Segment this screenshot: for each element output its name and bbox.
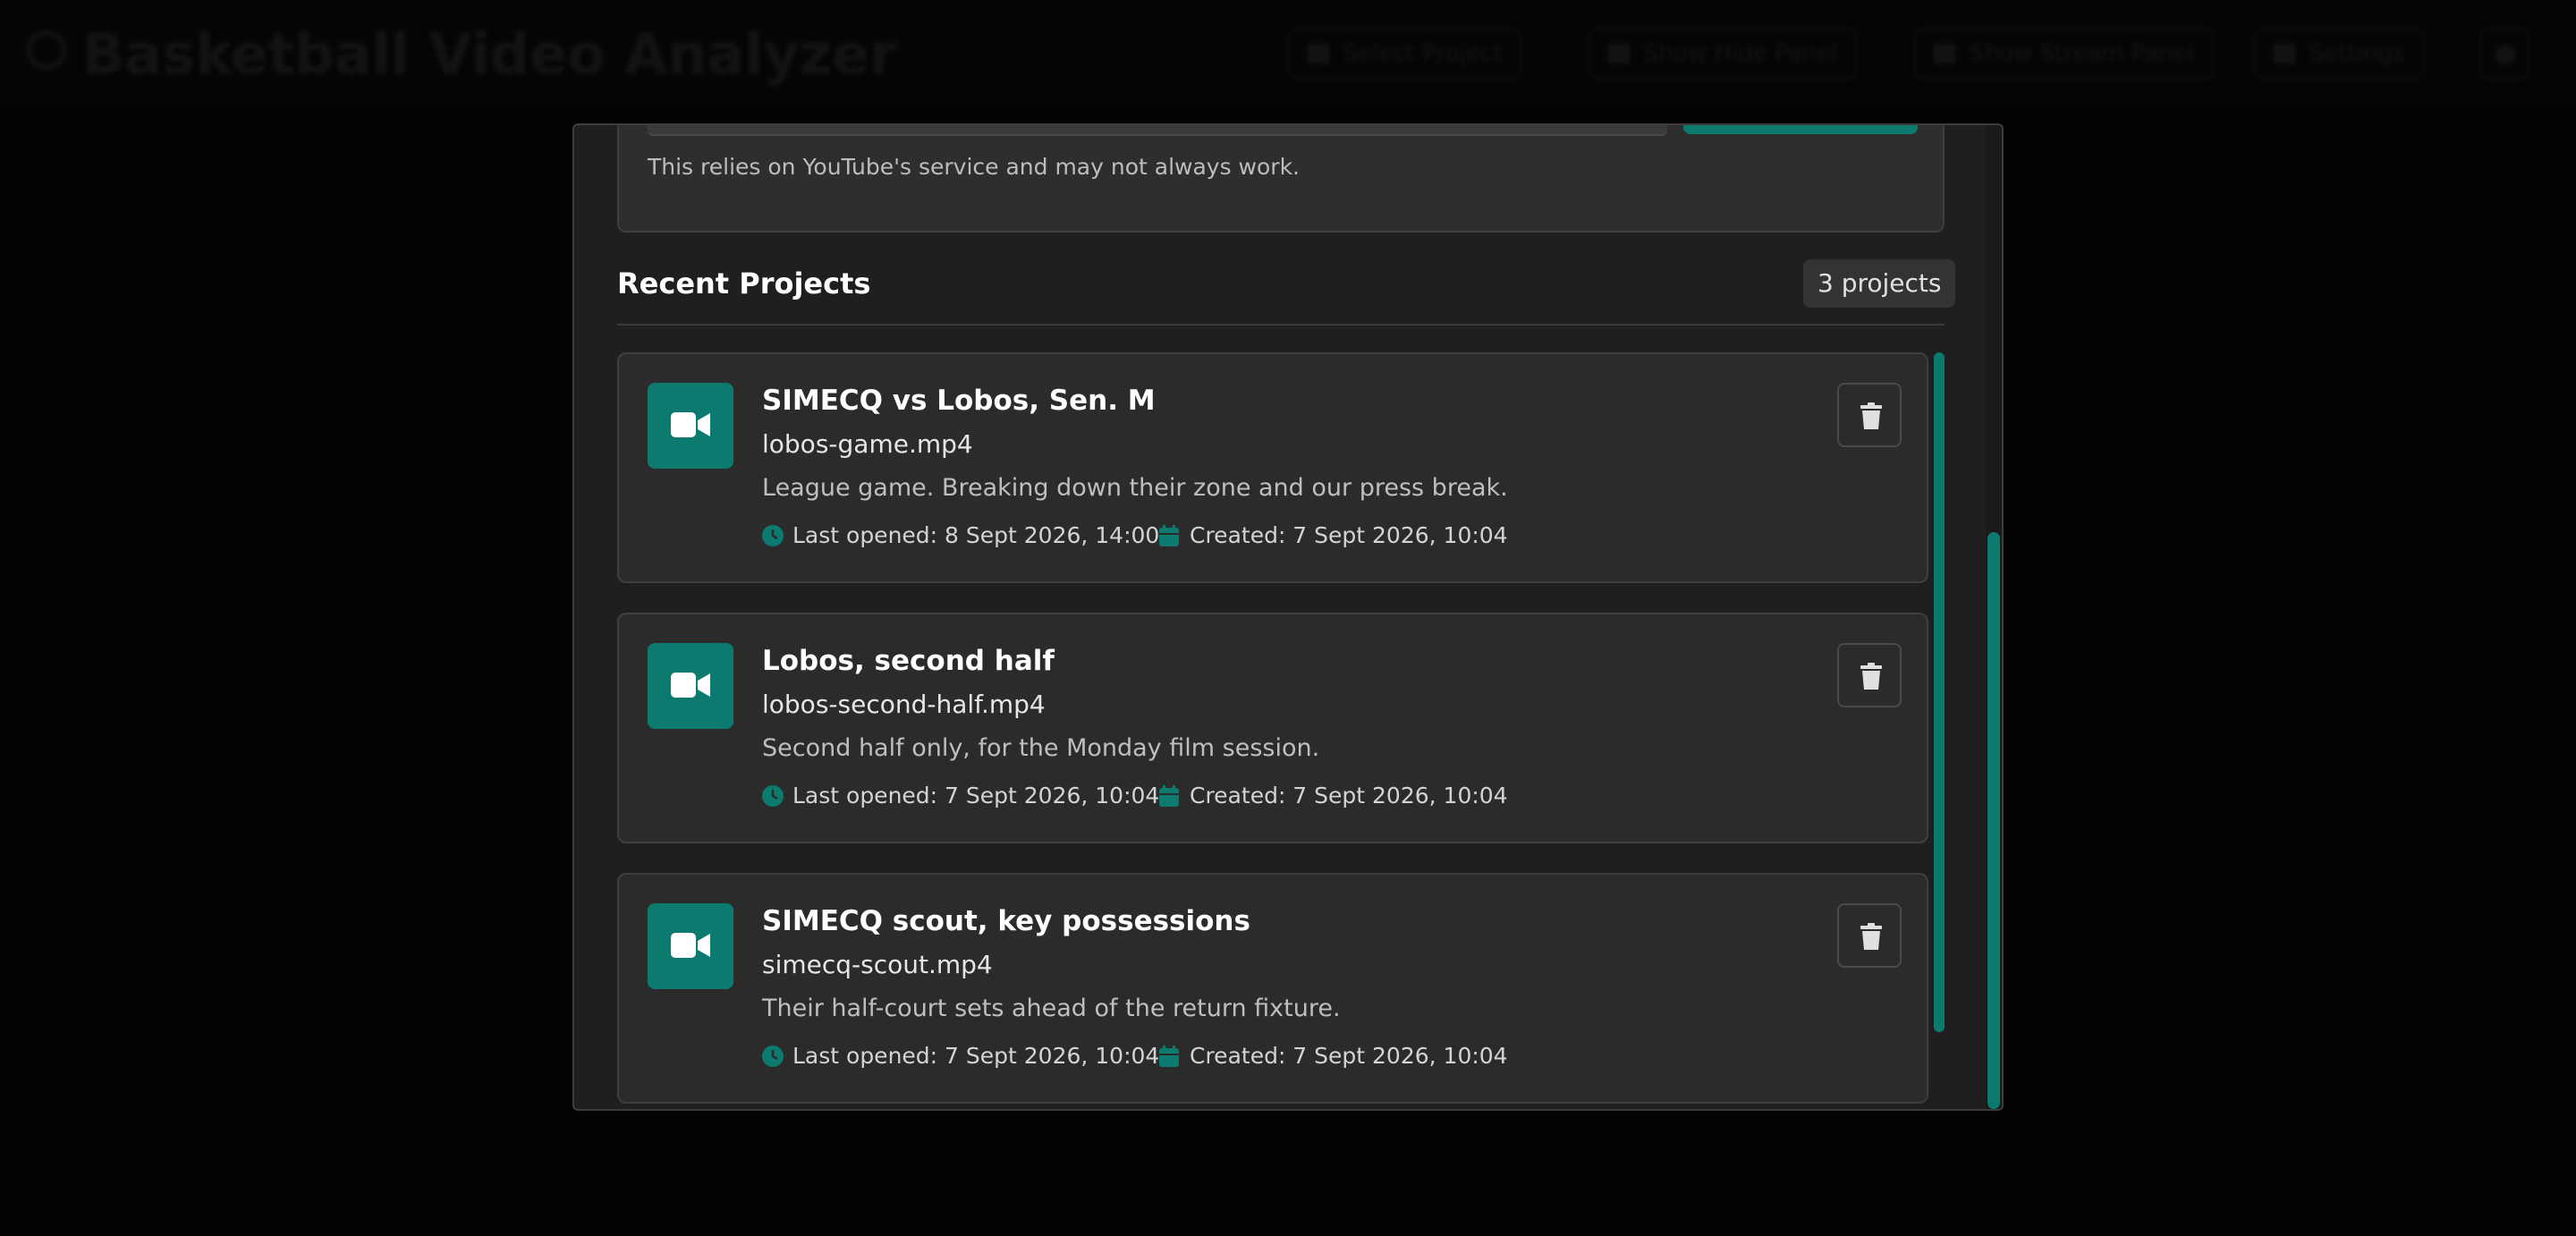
created-text: Created: 7 Sept 2026, 10:04 <box>1190 1043 1508 1069</box>
project-card[interactable]: Lobos, second half lobos-second-half.mp4… <box>617 613 1928 843</box>
created-text: Created: 7 Sept 2026, 10:04 <box>1190 522 1508 548</box>
project-filename: lobos-second-half.mp4 <box>762 690 1046 719</box>
calendar-icon <box>1159 785 1179 807</box>
calendar-icon <box>1159 1046 1179 1067</box>
video-camera-icon <box>648 383 733 469</box>
clock-icon <box>762 785 784 807</box>
project-description: Second half only, for the Monday film se… <box>762 734 1320 762</box>
modal-scrollbar[interactable] <box>1987 532 2000 1109</box>
created: Created: 7 Sept 2026, 10:04 <box>1159 783 1508 808</box>
project-card[interactable]: SIMECQ scout, key possessions simecq-sco… <box>617 873 1928 1104</box>
youtube-url-input[interactable] <box>648 125 1667 136</box>
trash-icon <box>1860 663 1882 690</box>
created: Created: 7 Sept 2026, 10:04 <box>1159 1043 1508 1069</box>
last-opened: Last opened: 7 Sept 2026, 10:04 <box>762 783 1159 808</box>
calendar-icon <box>1159 525 1179 546</box>
last-opened: Last opened: 7 Sept 2026, 10:04 <box>762 1043 1159 1069</box>
created-text: Created: 7 Sept 2026, 10:04 <box>1190 783 1508 808</box>
project-count-badge: 3 projects <box>1803 259 1956 308</box>
recent-projects-title: Recent Projects <box>617 267 871 301</box>
youtube-note: This relies on YouTube's service and may… <box>648 154 1301 180</box>
divider <box>617 324 1945 326</box>
project-title: Lobos, second half <box>762 645 1055 677</box>
last-opened-text: Last opened: 7 Sept 2026, 10:04 <box>792 783 1160 808</box>
project-title: SIMECQ vs Lobos, Sen. M <box>762 385 1156 417</box>
delete-project-button[interactable] <box>1837 383 1902 447</box>
created: Created: 7 Sept 2026, 10:04 <box>1159 522 1508 548</box>
recent-projects-list: SIMECQ vs Lobos, Sen. M lobos-game.mp4 L… <box>617 352 1946 1109</box>
project-modal: This relies on YouTube's service and may… <box>572 123 2004 1111</box>
project-title: SIMECQ scout, key possessions <box>762 905 1250 937</box>
project-card[interactable]: SIMECQ vs Lobos, Sen. M lobos-game.mp4 L… <box>617 352 1928 583</box>
trash-icon <box>1860 402 1882 429</box>
project-filename: simecq-scout.mp4 <box>762 950 993 979</box>
project-description: Their half-court sets ahead of the retur… <box>762 995 1341 1022</box>
list-scrollbar[interactable] <box>1934 352 1945 1032</box>
last-opened-text: Last opened: 7 Sept 2026, 10:04 <box>792 1043 1160 1069</box>
trash-icon <box>1860 923 1882 950</box>
delete-project-button[interactable] <box>1837 903 1902 968</box>
clock-icon <box>762 1046 784 1067</box>
last-opened-text: Last opened: 8 Sept 2026, 14:00 <box>792 522 1160 548</box>
video-camera-icon <box>648 903 733 989</box>
clock-icon <box>762 525 784 546</box>
last-opened: Last opened: 8 Sept 2026, 14:00 <box>762 522 1159 548</box>
youtube-import-button[interactable] <box>1683 125 1918 134</box>
delete-project-button[interactable] <box>1837 643 1902 707</box>
project-filename: lobos-game.mp4 <box>762 429 973 459</box>
video-camera-icon <box>648 643 733 729</box>
project-description: League game. Breaking down their zone an… <box>762 474 1508 502</box>
youtube-import-section: This relies on YouTube's service and may… <box>617 125 1945 233</box>
